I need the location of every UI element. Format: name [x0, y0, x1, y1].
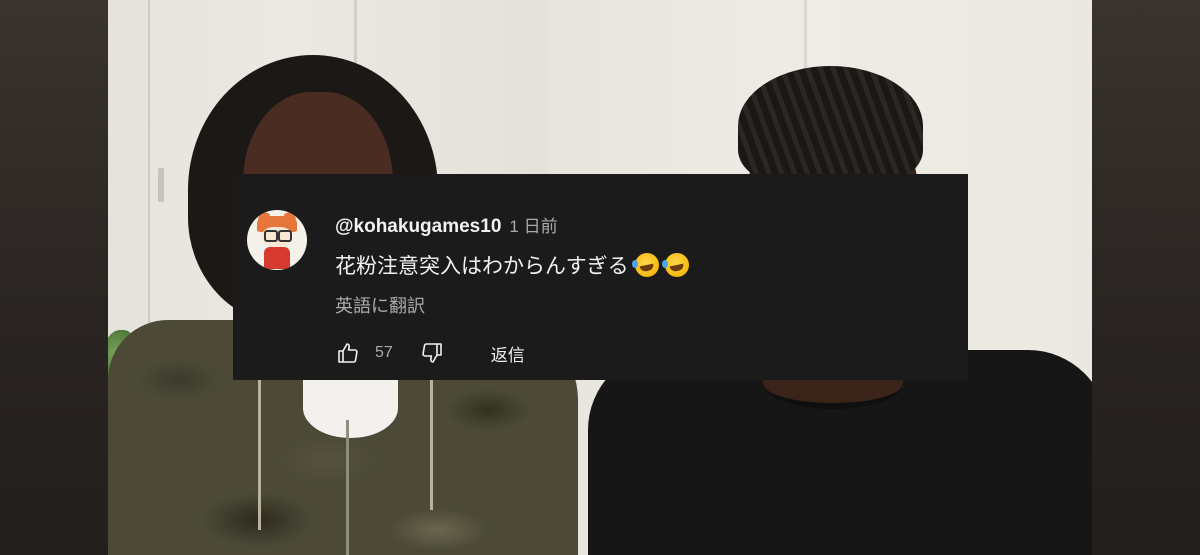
comment-text: 花粉注意突入はわからんすぎる	[335, 254, 629, 278]
rolling-on-floor-laughing-icon	[631, 253, 659, 277]
comment-body: 花粉注意突入はわからんすぎる	[335, 250, 689, 280]
avatar[interactable]	[247, 210, 307, 270]
left-letterbox	[0, 0, 108, 555]
comment-header: @kohakugames10 1 日前	[335, 212, 558, 238]
right-letterbox	[1092, 0, 1200, 555]
thumbs-down-icon[interactable]	[419, 340, 445, 366]
thumbs-up-icon[interactable]	[335, 340, 361, 366]
reply-button[interactable]: 返信	[491, 341, 525, 366]
door-handle	[158, 168, 164, 202]
person-left-undershirt	[303, 378, 398, 438]
translate-button[interactable]: 英語に翻訳	[335, 292, 425, 318]
rolling-on-floor-laughing-icon	[661, 253, 689, 277]
comment-actions: 57 返信	[335, 340, 525, 366]
username[interactable]: @kohakugames10	[335, 216, 501, 238]
timestamp[interactable]: 1 日前	[509, 212, 557, 237]
person-right-hair	[738, 66, 923, 186]
comment-card: @kohakugames10 1 日前 花粉注意突入はわからんすぎる 英語に翻訳…	[233, 174, 968, 380]
like-count: 57	[375, 344, 393, 361]
